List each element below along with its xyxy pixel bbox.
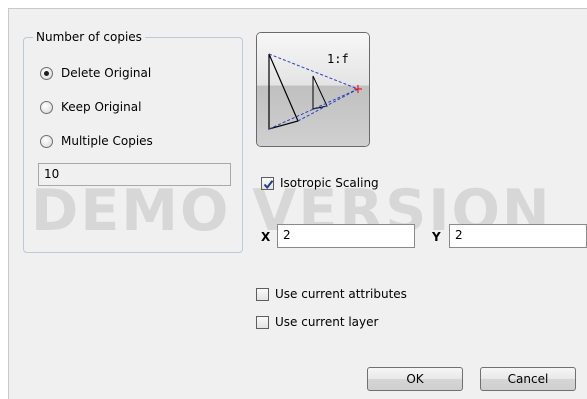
use-current-layer-checkbox[interactable]: Use current layer xyxy=(256,315,378,329)
radio-unselected-icon xyxy=(40,100,53,114)
scale-preview-icon: 1:f xyxy=(257,33,369,146)
scale-y-input[interactable]: 2 xyxy=(449,224,587,248)
scale-x-input[interactable]: 2 xyxy=(277,224,415,248)
radio-label: Delete Original xyxy=(61,66,152,80)
cancel-button[interactable]: Cancel xyxy=(480,367,576,391)
checkbox-unchecked-icon xyxy=(256,287,269,301)
scale-preview: 1:f xyxy=(256,32,370,147)
ok-button[interactable]: OK xyxy=(367,367,463,391)
checkbox-label: Use current attributes xyxy=(275,287,407,301)
checkbox-checked-icon xyxy=(261,176,274,190)
y-label: Y xyxy=(432,230,441,244)
ratio-label: 1:f xyxy=(327,52,349,66)
x-label: X xyxy=(261,230,271,244)
checkbox-label: Isotropic Scaling xyxy=(280,176,379,190)
radio-multiple-copies[interactable]: Multiple Copies xyxy=(40,134,153,148)
radio-keep-original[interactable]: Keep Original xyxy=(40,100,141,114)
checkbox-label: Use current layer xyxy=(275,315,379,329)
radio-label: Multiple Copies xyxy=(61,134,153,148)
radio-selected-icon xyxy=(40,66,53,80)
copies-count-field[interactable]: 10 xyxy=(38,163,231,186)
radio-label: Keep Original xyxy=(61,100,142,114)
radio-delete-original[interactable]: Delete Original xyxy=(40,66,151,80)
copies-group-title: Number of copies xyxy=(33,30,145,44)
use-current-attributes-checkbox[interactable]: Use current attributes xyxy=(256,287,407,301)
checkbox-unchecked-icon xyxy=(256,315,269,329)
isotropic-scaling-checkbox[interactable]: Isotropic Scaling xyxy=(261,176,379,190)
radio-unselected-icon xyxy=(40,134,53,148)
copies-groupbox: Number of copies Delete Original Keep Or… xyxy=(23,30,243,253)
